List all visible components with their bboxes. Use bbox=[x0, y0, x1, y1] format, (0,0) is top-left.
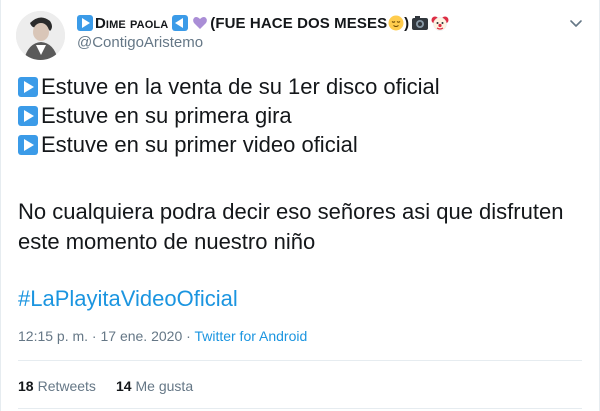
reverse-button-emoji-icon bbox=[172, 15, 189, 31]
hashtag-link[interactable]: #LaPlayitaVideoOficial bbox=[18, 286, 238, 312]
tweet-line-text: Estuve en la venta de su 1er disco ofici… bbox=[41, 74, 440, 99]
display-name-close: ) bbox=[404, 14, 410, 32]
likes-label: Me gusta bbox=[135, 378, 194, 394]
tweet-line-2: Estuve en su primera gira bbox=[18, 101, 440, 130]
divider bbox=[18, 360, 582, 361]
divider bbox=[18, 408, 582, 409]
tweet-timestamp[interactable]: 12:15 p. m. · 17 ene. 2020 bbox=[18, 328, 182, 344]
tweet-menu-button[interactable] bbox=[567, 14, 585, 32]
tweet-card: Dime paola (FUE HACE DOS MESES ) @Contig… bbox=[0, 0, 600, 411]
chevron-down-icon bbox=[570, 20, 582, 27]
camera-flash-emoji-icon bbox=[412, 16, 429, 30]
tweet-metadata: 12:15 p. m. · 17 ene. 2020 · Twitter for… bbox=[18, 328, 307, 344]
tweet-line-1: Estuve en la venta de su 1er disco ofici… bbox=[18, 72, 440, 101]
tweet-source-link[interactable]: Twitter for Android bbox=[194, 328, 307, 344]
tweet-header: Dime paola (FUE HACE DOS MESES ) @Contig… bbox=[77, 13, 539, 51]
tweet-stats: 18 Retweets 14 Me gusta bbox=[18, 378, 193, 394]
retweets-label: Retweets bbox=[37, 378, 96, 394]
play-button-emoji-icon bbox=[18, 76, 38, 97]
play-button-emoji-icon bbox=[18, 105, 38, 126]
clown-face-emoji-icon bbox=[431, 16, 449, 31]
meta-separator: · bbox=[182, 328, 195, 344]
play-button-emoji-icon bbox=[18, 134, 38, 155]
purple-heart-emoji-icon bbox=[193, 17, 208, 29]
retweets-count: 18 bbox=[18, 378, 34, 394]
display-name-part1: Dime paola bbox=[95, 14, 169, 32]
likes-stat[interactable]: 14 Me gusta bbox=[116, 378, 193, 394]
display-name-part2: (FUE HACE DOS MESES bbox=[210, 14, 388, 32]
tweet-line-text: Estuve en su primera gira bbox=[41, 103, 292, 128]
tweet-paragraph: No cualquiera podra decir eso señores as… bbox=[18, 199, 564, 254]
retweets-stat[interactable]: 18 Retweets bbox=[18, 378, 96, 394]
likes-count: 14 bbox=[115, 378, 132, 394]
tweet-text-lines: Estuve en la venta de su 1er disco ofici… bbox=[18, 72, 440, 159]
avatar[interactable] bbox=[16, 11, 65, 60]
relieved-face-emoji-icon bbox=[388, 15, 404, 31]
tweet-line-text: Estuve en su primer video oficial bbox=[41, 132, 358, 157]
user-handle[interactable]: @ContigoAristemo bbox=[77, 34, 539, 51]
play-button-emoji-icon bbox=[77, 15, 93, 31]
tweet-line-3: Estuve en su primer video oficial bbox=[18, 130, 440, 159]
display-name[interactable]: Dime paola (FUE HACE DOS MESES ) bbox=[77, 13, 539, 33]
